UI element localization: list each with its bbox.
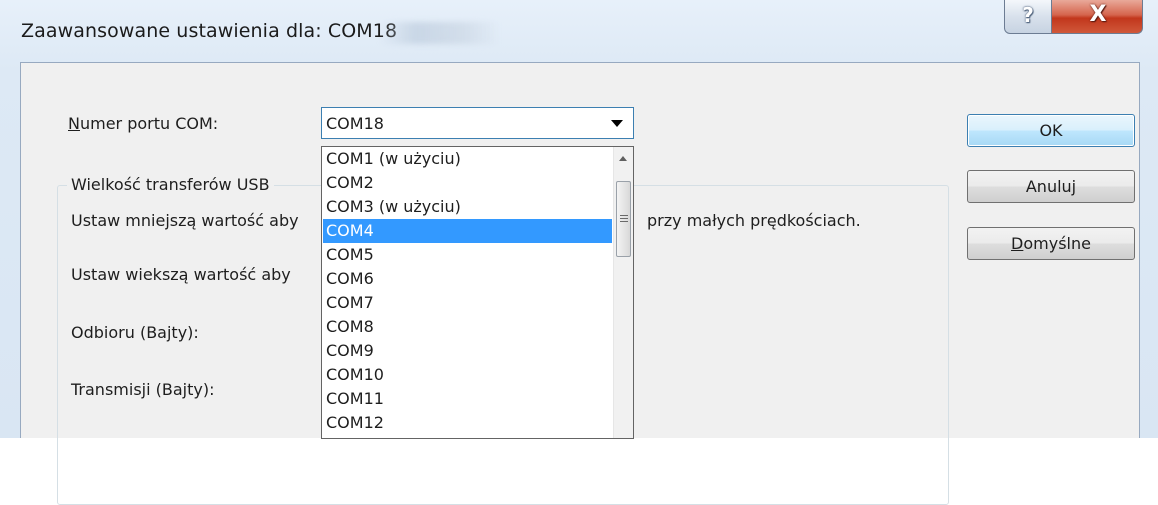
com-port-dropdown-list[interactable]: COM1 (w użyciu) COM2 COM3 (w użyciu) COM… (321, 146, 634, 439)
scroll-up-arrow-icon[interactable] (619, 156, 627, 161)
advanced-settings-dialog: Zaawansowane ustawienia dla: COM18 ? X N… (0, 0, 1158, 505)
hint-high-left: Ustaw wiekszą wartość aby (71, 265, 291, 284)
chevron-down-icon[interactable] (611, 120, 623, 127)
dropdown-option[interactable]: COM1 (w użyciu) (323, 147, 612, 171)
port-number-label: Numer portu COM: (68, 114, 218, 133)
close-x-icon: X (1089, 2, 1107, 27)
com-port-combobox[interactable]: COM18 (321, 107, 634, 139)
dropdown-option[interactable]: COM8 (323, 315, 612, 339)
defaults-label-rest: omyślne (1023, 234, 1091, 253)
title-blur-artifact (380, 22, 500, 44)
scrollbar-thumb[interactable] (616, 181, 631, 257)
title-bar[interactable]: Zaawansowane ustawienia dla: COM18 ? X (0, 0, 1158, 62)
window-title: Zaawansowane ustawienia dla: COM18 (21, 20, 398, 42)
dropdown-option[interactable]: COM12 (323, 411, 612, 435)
dropdown-scrollbar[interactable] (613, 147, 633, 438)
receive-bytes-label: Odbioru (Bajty): (71, 323, 199, 342)
dropdown-option[interactable]: COM3 (w użyciu) (323, 195, 612, 219)
grip-lines-icon (620, 215, 628, 216)
help-button[interactable]: ? (1004, 0, 1052, 34)
dropdown-option-highlighted[interactable]: COM4 (323, 219, 612, 243)
usb-group-title: Wielkość transferów USB (67, 175, 274, 194)
defaults-mnemonic: D (1011, 234, 1024, 253)
hint-low-right: przy małych prędkościach. (647, 211, 861, 230)
dropdown-option[interactable]: COM2 (323, 171, 612, 195)
ok-button[interactable]: OK (967, 114, 1135, 147)
dialog-client-area: Numer portu COM: Wielkość transferów USB… (20, 62, 1140, 505)
close-button[interactable]: X (1051, 0, 1143, 34)
dropdown-option[interactable]: COM9 (323, 339, 612, 363)
cancel-button[interactable]: Anuluj (967, 170, 1135, 203)
dropdown-option[interactable]: COM10 (323, 363, 612, 387)
defaults-button[interactable]: Domyślne (967, 227, 1135, 260)
dropdown-option[interactable]: COM6 (323, 267, 612, 291)
hint-low-left: Ustaw mniejszą wartość aby (71, 211, 299, 230)
dropdown-option[interactable]: COM5 (323, 243, 612, 267)
dropdown-option[interactable]: COM7 (323, 291, 612, 315)
transmit-bytes-label: Transmisji (Bajty): (71, 380, 215, 399)
port-label-rest: umer portu COM: (79, 114, 219, 133)
com-port-selected-value: COM18 (326, 114, 384, 133)
dropdown-option[interactable]: COM11 (323, 387, 612, 411)
question-mark-icon: ? (1022, 3, 1034, 27)
port-label-mnemonic: N (68, 114, 80, 133)
